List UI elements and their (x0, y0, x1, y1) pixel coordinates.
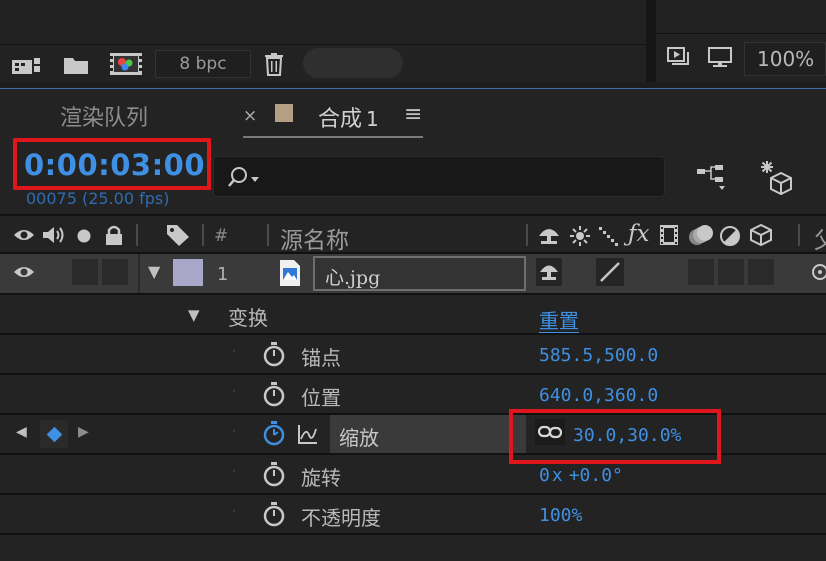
draft-3d-icon[interactable] (758, 158, 798, 196)
layer-label-color[interactable] (173, 259, 203, 286)
row-dot: · (232, 504, 236, 518)
frame-count: 00075 (25.00 fps) (26, 189, 170, 208)
stopwatch-icon[interactable] (262, 341, 286, 367)
stopwatch-active-icon[interactable] (262, 420, 286, 446)
effects-fx-icon[interactable]: ƒx (628, 221, 649, 247)
property-value-opacity[interactable]: 100% (539, 505, 582, 526)
video-switch-icon[interactable] (12, 224, 36, 246)
layer-quality-icon[interactable] (596, 258, 624, 286)
property-label-scale: 缩放 (339, 426, 379, 450)
prev-keyframe-icon[interactable]: ◀ (16, 424, 27, 440)
tab-composition[interactable]: 合成 1 (318, 101, 379, 133)
next-keyframe-icon[interactable]: ▶ (78, 424, 89, 440)
lock-icon[interactable] (102, 222, 126, 248)
layer-adjustment-switch[interactable] (718, 259, 744, 285)
collapse-sun-icon[interactable] (568, 224, 592, 248)
quality-icon[interactable] (596, 224, 622, 248)
tab-composition-number: 1 (366, 107, 379, 131)
stopwatch-icon[interactable] (262, 381, 286, 407)
monitor-icon[interactable] (705, 44, 735, 70)
timecode-highlight-box (13, 138, 211, 190)
shy-icon[interactable] (536, 223, 562, 247)
layer-shy-icon[interactable] (536, 258, 562, 286)
search-icon (222, 162, 262, 192)
layer-visibility-icon[interactable] (12, 262, 36, 282)
row-dot: · (232, 424, 236, 438)
property-label-anchor: 锚点 (301, 346, 341, 370)
property-label-rotation: 旋转 (301, 466, 341, 490)
3d-layer-icon[interactable] (748, 222, 774, 248)
interpret-footage-icon[interactable] (8, 52, 44, 78)
magnification-value: 100% (757, 47, 815, 71)
parent-header: 父 (814, 228, 826, 254)
layer-3d-switch[interactable] (748, 259, 774, 285)
layer-expand-toggle[interactable]: ▼ (148, 262, 160, 281)
source-name-header[interactable]: 源名称 (280, 221, 349, 255)
rotation-degrees: +0.0° (568, 465, 623, 486)
layer-number: 1 (217, 264, 229, 285)
layer-name-field[interactable]: 心.jpg (313, 256, 526, 291)
property-value-position[interactable]: 640.0,360.0 (539, 385, 658, 406)
trash-icon[interactable] (260, 50, 288, 78)
transform-reset-link[interactable]: 重置 (539, 305, 579, 334)
property-value-anchor[interactable]: 585.5,500.0 (539, 345, 658, 366)
comp-color-swatch (275, 104, 293, 122)
stopwatch-icon[interactable] (262, 461, 286, 487)
transform-group-label: 变换 (228, 306, 268, 330)
keyframe-toggle[interactable] (40, 420, 68, 448)
layer-lock-switch[interactable] (102, 259, 128, 285)
solo-switch-icon[interactable] (74, 226, 94, 246)
search-input[interactable] (213, 156, 665, 197)
property-label-position: 位置 (301, 386, 341, 410)
label-tag-icon[interactable] (164, 222, 192, 248)
parent-pickwhip-icon[interactable] (808, 262, 826, 282)
row-dot: · (232, 384, 236, 398)
magnification-dropdown[interactable]: 100% (744, 42, 826, 76)
project-scrollbar[interactable] (303, 48, 403, 78)
motion-blur-icon[interactable] (686, 221, 716, 249)
keyframe-diamond-icon (46, 426, 62, 442)
new-folder-icon[interactable] (58, 52, 94, 78)
scale-highlight-box (509, 409, 721, 464)
property-value-rotation[interactable]: 0 x +0.0° (539, 465, 623, 486)
transform-expand-toggle[interactable]: ▼ (188, 306, 200, 324)
bit-depth-label: 8 bpc (179, 54, 227, 74)
panel-menu-icon[interactable]: ≡ (404, 102, 422, 127)
layer-motion-blur-switch[interactable] (688, 259, 714, 285)
snapshot-icon[interactable] (664, 44, 694, 70)
layer-number-header: # (214, 226, 229, 246)
audio-switch-icon[interactable] (40, 223, 68, 247)
tab-close-icon[interactable]: × (243, 106, 257, 126)
active-tab-underline (243, 136, 423, 138)
stopwatch-icon[interactable] (262, 501, 286, 527)
row-dot: · (232, 464, 236, 478)
image-file-icon (276, 257, 304, 289)
tab-composition-label: 合成 (318, 107, 363, 132)
layer-name: 心.jpg (325, 267, 381, 289)
new-composition-icon[interactable] (106, 50, 146, 78)
bit-depth-button[interactable]: 8 bpc (155, 50, 251, 78)
frame-blending-icon[interactable] (656, 222, 682, 248)
rotation-revolutions: 0 (539, 465, 550, 486)
flowchart-icon[interactable] (694, 160, 730, 194)
adjustment-layer-icon[interactable] (718, 224, 742, 248)
row-dot: · (232, 344, 236, 358)
rotation-x: x (551, 465, 563, 486)
graph-icon[interactable] (296, 422, 320, 446)
layer-audio-switch[interactable] (72, 259, 98, 285)
property-label-opacity: 不透明度 (301, 506, 381, 530)
tab-render-queue[interactable]: 渲染队列 (60, 100, 148, 132)
